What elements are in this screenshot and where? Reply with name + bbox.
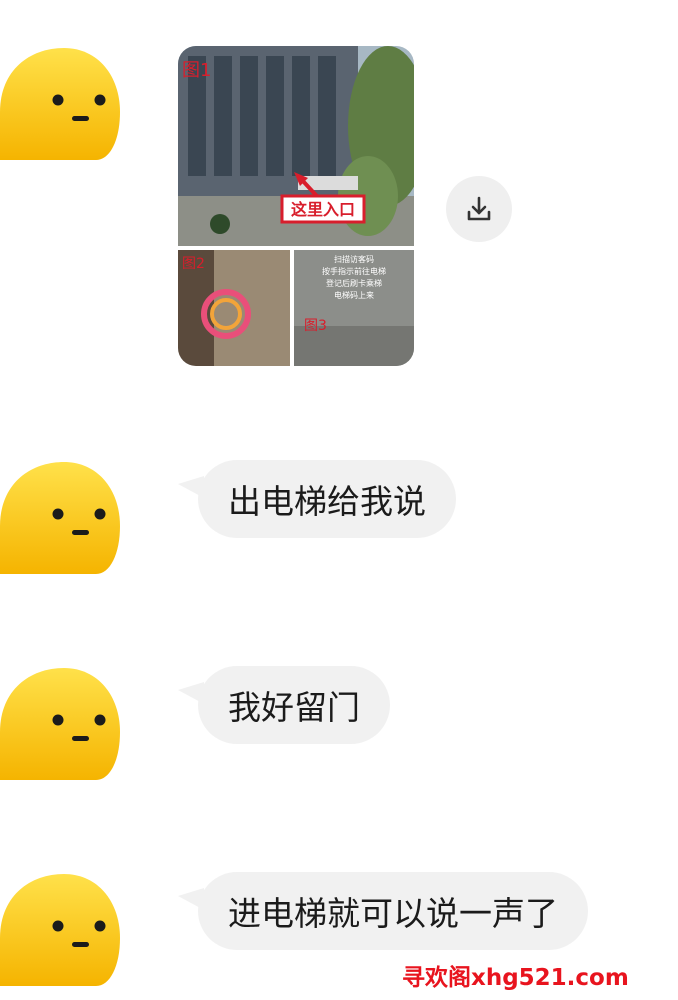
photo-label-3: 图3: [304, 318, 327, 334]
avatar[interactable]: [0, 456, 122, 578]
photo-label-2: 图2: [182, 256, 205, 272]
sign-text-2: 按手指示前往电梯: [322, 266, 386, 276]
message-bubble[interactable]: 出电梯给我说: [178, 460, 456, 538]
entrance-label: 这里入口: [291, 200, 355, 219]
message-bubble[interactable]: 进电梯就可以说一声了: [178, 872, 588, 950]
yellow-blob-face-icon: [0, 874, 120, 986]
avatar[interactable]: [0, 868, 122, 990]
sign-text-3: 登记后刷卡乘梯: [326, 278, 382, 288]
yellow-blob-face-icon: [0, 668, 120, 780]
message-bubble[interactable]: 我好留门: [178, 666, 390, 744]
sign-text-1: 扫描访客码: [334, 254, 374, 264]
photo-label-1: 图1: [182, 60, 211, 81]
avatar[interactable]: [0, 662, 122, 784]
message-text: 出电梯给我说: [228, 482, 426, 521]
message-text: 我好留门: [228, 688, 360, 727]
watermark: 寻欢阁xhg521.com: [402, 965, 629, 991]
avatar[interactable]: [0, 42, 122, 164]
sign-text-4: 电梯码上来: [334, 290, 374, 300]
download-button[interactable]: [446, 176, 512, 242]
download-icon: [467, 196, 491, 221]
bubble-tail: [178, 682, 204, 704]
bubble-tail: [178, 476, 204, 498]
message-text: 进电梯就可以说一声了: [228, 894, 558, 933]
yellow-blob-face-icon: [0, 462, 120, 574]
yellow-blob-face-icon: [0, 48, 120, 160]
image-message[interactable]: 这里入口 图1 图2 扫描访客码 按手指示前往电梯 登记后刷卡乘梯 电梯码上来 …: [178, 46, 414, 366]
bubble-tail: [178, 888, 204, 910]
